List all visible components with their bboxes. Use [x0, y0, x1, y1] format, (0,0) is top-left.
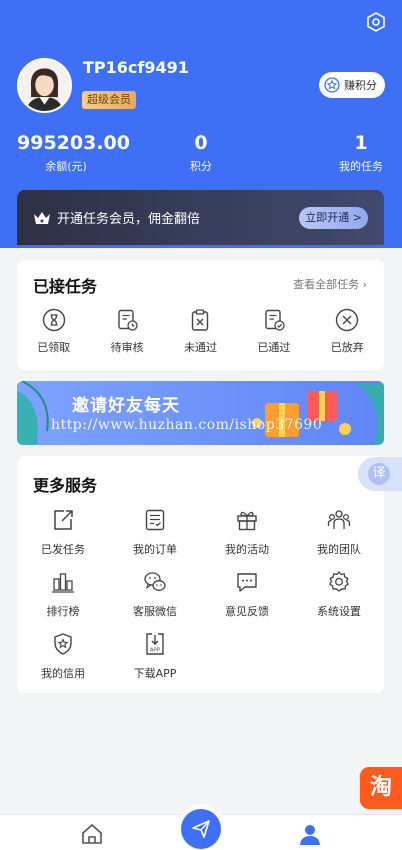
view-all-label: 查看全部任务	[293, 278, 360, 291]
service-label: 我的团队	[317, 543, 361, 556]
task-status-label: 待审核	[110, 341, 144, 354]
paper-plane-icon	[192, 820, 210, 838]
svg-text:APP: APP	[150, 648, 161, 654]
service-wechat-support[interactable]: 客服微信	[109, 570, 201, 619]
task-status-label: 未通过	[183, 341, 217, 354]
task-status-pending[interactable]: 待审核	[90, 308, 163, 355]
open-vip-button[interactable]: 立即开通 >	[299, 206, 368, 229]
wechat-icon	[144, 572, 166, 591]
service-label: 我的活动	[225, 543, 269, 556]
service-label: 我的信用	[41, 667, 85, 680]
chevron-right-icon: ›	[362, 278, 367, 291]
service-label: 客服微信	[133, 605, 177, 618]
service-my-team[interactable]: 我的团队	[293, 508, 385, 557]
download-app-icon: APP	[146, 633, 164, 655]
translate-label: 译	[368, 463, 390, 485]
gift-decoration	[252, 383, 384, 445]
hourglass-icon	[42, 308, 65, 332]
task-status-label: 已放弃	[330, 341, 364, 354]
stat-label: 积分	[190, 160, 212, 173]
gear-icon	[329, 571, 349, 592]
stat-label: 我的任务	[339, 160, 383, 173]
service-download-app[interactable]: APP 下载APP	[109, 632, 201, 681]
vip-badge: 超级会员	[82, 91, 136, 109]
service-label: 系统设置	[317, 605, 361, 618]
invite-banner-title: 邀请好友每天	[72, 396, 180, 416]
stat-balance[interactable]: 995203.00 余额(元)	[17, 132, 130, 174]
publish-tab-button[interactable]	[181, 809, 221, 849]
stat-value: 995203.00	[17, 132, 130, 154]
watermark-text: http://www.huzhan.com/ishop37690	[51, 417, 323, 433]
approved-document-icon	[265, 309, 285, 331]
settings-hexagon-icon[interactable]	[366, 12, 386, 32]
home-icon[interactable]	[80, 823, 104, 845]
received-tasks-card: 已接任务 查看全部任务 › 已领取 待审核 未通过 已通过 已放弃	[17, 260, 384, 370]
vip-banner-text: 开通任务会员，佣金翻倍	[57, 212, 201, 227]
service-my-credit[interactable]: 我的信用	[17, 632, 109, 681]
task-status-received[interactable]: 已领取	[17, 308, 90, 355]
service-label: 我的订单	[133, 543, 177, 556]
service-my-orders[interactable]: 我的订单	[109, 508, 201, 557]
order-icon	[145, 509, 165, 531]
earn-points-button[interactable]: 赚积分	[319, 72, 385, 98]
more-services-card: 更多服务 已发任务 我的订单 我的活动 我的团队 排行榜 客服微信 意见反馈 系…	[17, 456, 384, 693]
service-label: 已发任务	[41, 543, 85, 556]
abandon-circle-icon	[336, 308, 359, 332]
view-all-tasks-link[interactable]: 查看全部任务 ›	[293, 276, 367, 292]
rejected-clipboard-icon	[192, 309, 209, 331]
service-label: 下载APP	[133, 667, 177, 680]
star-circle-icon	[324, 77, 340, 93]
service-label: 意见反馈	[225, 605, 269, 618]
stat-points[interactable]: 0 积分	[171, 132, 231, 174]
leaf-decoration	[17, 381, 49, 445]
gift-icon	[237, 511, 257, 531]
publish-icon	[54, 510, 73, 530]
ranking-icon	[52, 573, 74, 593]
task-status-rejected[interactable]: 未通过	[164, 308, 237, 355]
stat-value: 0	[194, 132, 208, 154]
profile-header: TP16cf9491 超级会员 赚积分 995203.00 余额(元) 0 积分…	[0, 0, 402, 248]
service-ranking[interactable]: 排行榜	[17, 570, 109, 619]
credit-shield-icon	[54, 633, 72, 655]
translate-floating-button[interactable]: 译	[358, 457, 402, 491]
service-label: 排行榜	[46, 605, 80, 618]
team-icon	[327, 510, 351, 529]
stat-value: 1	[354, 132, 368, 154]
service-published-tasks[interactable]: 已发任务	[17, 508, 109, 557]
task-status-label: 已领取	[37, 341, 71, 354]
crown-icon	[34, 211, 50, 224]
invite-friends-banner[interactable]: 邀请好友每天 http://www.huzhan.com/ishop37690	[17, 381, 384, 445]
task-status-label: 已通过	[257, 341, 291, 354]
more-services-title: 更多服务	[33, 476, 98, 495]
task-status-abandoned[interactable]: 已放弃	[311, 308, 384, 355]
stat-label: 余额(元)	[45, 160, 87, 173]
taobao-floating-button[interactable]: 淘	[360, 767, 402, 809]
service-system-settings[interactable]: 系统设置	[293, 570, 385, 619]
service-my-activities[interactable]: 我的活动	[201, 508, 293, 557]
username: TP16cf9491	[83, 58, 189, 77]
vip-upgrade-banner[interactable]: 开通任务会员，佣金翻倍 立即开通 >	[17, 190, 384, 245]
task-status-approved[interactable]: 已通过	[237, 308, 310, 355]
avatar[interactable]	[17, 58, 72, 113]
service-feedback[interactable]: 意见反馈	[201, 570, 293, 619]
profile-tab-icon[interactable]	[298, 823, 322, 845]
received-tasks-title: 已接任务	[33, 277, 98, 296]
pending-review-icon	[118, 309, 138, 331]
earn-points-label: 赚积分	[344, 79, 377, 92]
feedback-icon	[237, 573, 257, 592]
stat-my-tasks[interactable]: 1 我的任务	[330, 132, 392, 174]
